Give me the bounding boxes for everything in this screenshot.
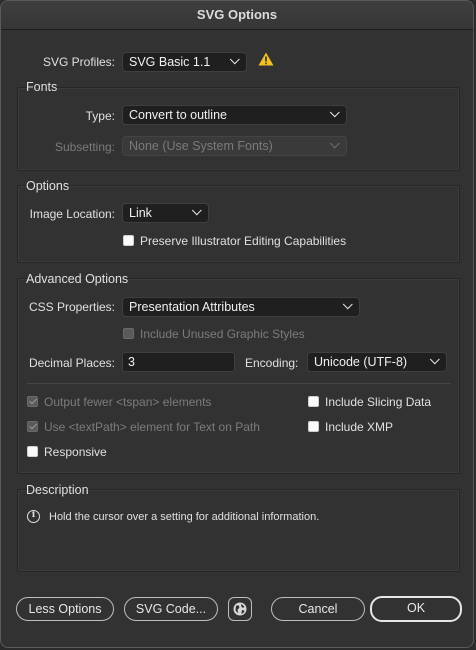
subsetting-select: None (Use System Fonts) <box>122 136 347 156</box>
description-group <box>17 489 460 572</box>
chevron-down-icon <box>329 107 340 118</box>
svg-profiles-value: SVG Basic 1.1 <box>129 55 211 69</box>
ok-button[interactable]: OK <box>370 596 462 622</box>
svg-code-button[interactable]: SVG Code... <box>124 597 218 621</box>
decimal-places-input[interactable]: 3 <box>122 352 235 372</box>
textpath-checkbox <box>27 421 38 432</box>
chevron-down-icon <box>342 299 353 310</box>
info-icon: i <box>27 510 40 523</box>
fewer-tspan-checkbox <box>27 396 38 407</box>
subsetting-label: Subsetting: <box>54 140 115 154</box>
image-location-value: Link <box>129 206 152 220</box>
unused-styles-checkbox <box>123 328 134 339</box>
dialog-title: SVG Options <box>1 1 473 30</box>
responsive-checkbox[interactable] <box>27 446 38 457</box>
textpath-label: Use <textPath> element for Text on Path <box>44 420 260 434</box>
divider <box>27 383 451 384</box>
encoding-value: Unicode (UTF-8) <box>314 355 408 369</box>
description-title: Description <box>26 483 89 497</box>
svg-options-dialog: SVG Options SVG Profiles: SVG Basic 1.1 … <box>0 0 474 648</box>
slicing-data-label: Include Slicing Data <box>325 395 432 409</box>
chevron-down-icon <box>229 54 240 65</box>
less-options-button[interactable]: Less Options <box>16 597 114 621</box>
xmp-checkbox[interactable] <box>308 421 319 432</box>
svg-profiles-label: SVG Profiles: <box>42 55 115 69</box>
chevron-down-icon <box>429 354 440 365</box>
font-type-select[interactable]: Convert to outline <box>122 105 347 125</box>
globe-button[interactable] <box>228 597 252 621</box>
preserve-editing-checkbox[interactable] <box>123 235 134 246</box>
globe-icon <box>233 602 247 616</box>
advanced-options-title: Advanced Options <box>26 272 129 286</box>
decimal-places-label: Decimal Places: <box>28 356 115 370</box>
warning-icon <box>258 52 274 66</box>
encoding-label: Encoding: <box>245 356 299 370</box>
font-type-value: Convert to outline <box>129 108 227 122</box>
font-type-label: Type: <box>85 109 115 123</box>
subsetting-value: None (Use System Fonts) <box>129 139 273 153</box>
responsive-label: Responsive <box>44 445 107 459</box>
svg-profiles-select[interactable]: SVG Basic 1.1 <box>122 52 247 72</box>
options-group <box>17 185 460 263</box>
fonts-group-title: Fonts <box>26 80 58 94</box>
chevron-down-icon <box>191 205 202 216</box>
cancel-button[interactable]: Cancel <box>271 597 365 621</box>
encoding-select[interactable]: Unicode (UTF-8) <box>307 352 447 372</box>
chevron-down-icon <box>329 138 340 149</box>
slicing-data-checkbox[interactable] <box>308 396 319 407</box>
css-properties-select[interactable]: Presentation Attributes <box>122 297 360 317</box>
options-group-title: Options <box>26 179 70 193</box>
image-location-label: Image Location: <box>29 207 115 221</box>
fonts-group <box>17 87 460 171</box>
preserve-editing-label: Preserve Illustrator Editing Capabilitie… <box>140 234 347 248</box>
image-location-select[interactable]: Link <box>122 203 209 223</box>
unused-styles-label: Include Unused Graphic Styles <box>140 327 305 341</box>
xmp-label: Include XMP <box>325 420 394 434</box>
description-text: Hold the cursor over a setting for addit… <box>49 511 320 523</box>
fewer-tspan-label: Output fewer <tspan> elements <box>44 395 212 409</box>
css-properties-value: Presentation Attributes <box>129 300 255 314</box>
css-properties-label: CSS Properties: <box>28 300 115 314</box>
